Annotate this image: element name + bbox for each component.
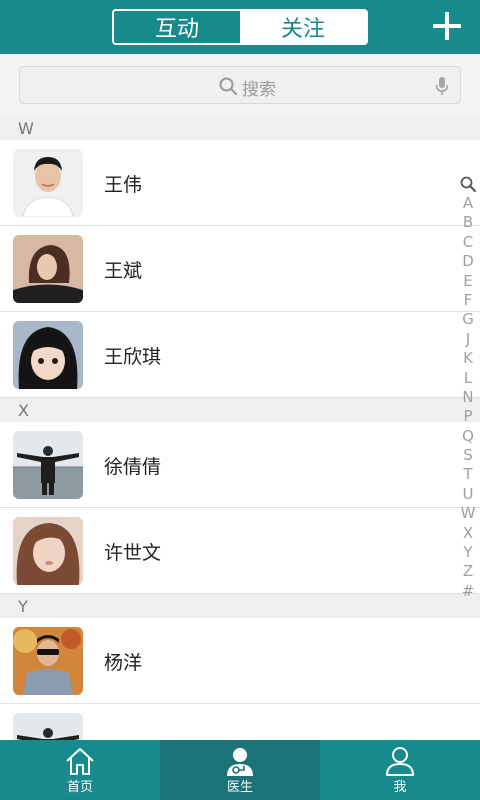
index-letter[interactable]: T (463, 465, 472, 484)
contact-row[interactable]: 徐倩倩 (0, 422, 480, 508)
nav-me-label: 我 (393, 780, 407, 795)
index-letter[interactable]: C (463, 233, 473, 252)
tab-interaction[interactable]: 互动 (114, 11, 240, 43)
nav-home[interactable]: 首页 (0, 740, 160, 800)
index-letter[interactable]: P (463, 407, 472, 426)
tab-following[interactable]: 关注 (240, 11, 366, 43)
contact-row[interactable]: 王伟 (0, 140, 480, 226)
home-icon (66, 748, 94, 775)
plus-icon[interactable] (432, 11, 462, 41)
nav-home-label: 首页 (66, 780, 93, 795)
contact-list: W 王伟 王斌 王欣琪 X 徐倩倩 许世文 Y 杨洋 (0, 116, 480, 740)
contact-name: 徐倩倩 (104, 456, 162, 478)
contact-name: 王斌 (104, 260, 143, 282)
contact-row[interactable]: 王欣琪 (0, 312, 480, 398)
index-search-icon[interactable] (460, 176, 476, 192)
index-letter[interactable]: J (466, 330, 470, 349)
index-letter[interactable]: K (463, 349, 473, 368)
search-input[interactable]: 搜索 (19, 66, 461, 104)
avatar (13, 149, 83, 217)
index-letter[interactable]: S (463, 446, 473, 465)
search-placeholder: 搜索 (242, 80, 276, 100)
index-letter[interactable]: Z (463, 562, 473, 581)
contact-name: 杨洋 (104, 652, 143, 674)
index-letter[interactable]: L (464, 369, 472, 388)
search-icon (219, 77, 237, 95)
avatar (13, 713, 83, 740)
index-letter[interactable]: B (463, 213, 473, 232)
contact-name: 王欣琪 (104, 346, 162, 368)
index-letter[interactable]: F (464, 291, 473, 310)
index-letter[interactable]: # (462, 582, 475, 601)
section-header-x: X (0, 398, 480, 422)
search-area: 搜索 (0, 54, 480, 116)
contact-row[interactable]: 王斌 (0, 226, 480, 312)
doctor-icon (227, 748, 253, 776)
index-letter[interactable]: U (463, 485, 474, 504)
section-header-y: Y (0, 594, 480, 618)
avatar (13, 627, 83, 695)
contact-row[interactable]: 许世文 (0, 508, 480, 594)
avatar (13, 235, 83, 303)
index-letter[interactable]: Y (463, 543, 472, 562)
contact-name: 许世文 (104, 542, 162, 564)
contact-row[interactable] (0, 704, 480, 740)
index-letter[interactable]: X (463, 524, 473, 543)
index-letter[interactable]: E (463, 272, 472, 291)
index-letter[interactable]: G (462, 310, 474, 329)
top-bar: 互动 关注 (0, 0, 480, 54)
nav-doctor-label: 医生 (226, 780, 253, 795)
avatar (13, 431, 83, 499)
bottom-nav: 首页 医生 我 (0, 740, 480, 800)
index-letter[interactable]: W (461, 504, 476, 523)
contact-name: 王伟 (104, 174, 143, 196)
segmented-control: 互动 关注 (112, 9, 368, 45)
person-icon (386, 747, 414, 776)
index-letter[interactable]: Q (462, 427, 474, 446)
index-letter[interactable]: A (463, 194, 473, 213)
alphabet-index[interactable]: A B C D E F G J K L N P Q S T U W X Y Z # (458, 176, 478, 601)
contact-row[interactable]: 杨洋 (0, 618, 480, 704)
nav-doctor[interactable]: 医生 (160, 740, 320, 800)
avatar (13, 517, 83, 585)
nav-me[interactable]: 我 (320, 740, 480, 800)
index-letter[interactable]: D (462, 252, 474, 271)
microphone-icon[interactable] (434, 76, 450, 96)
avatar (13, 321, 83, 389)
index-letter[interactable]: N (462, 388, 473, 407)
section-header-w: W (0, 116, 480, 140)
